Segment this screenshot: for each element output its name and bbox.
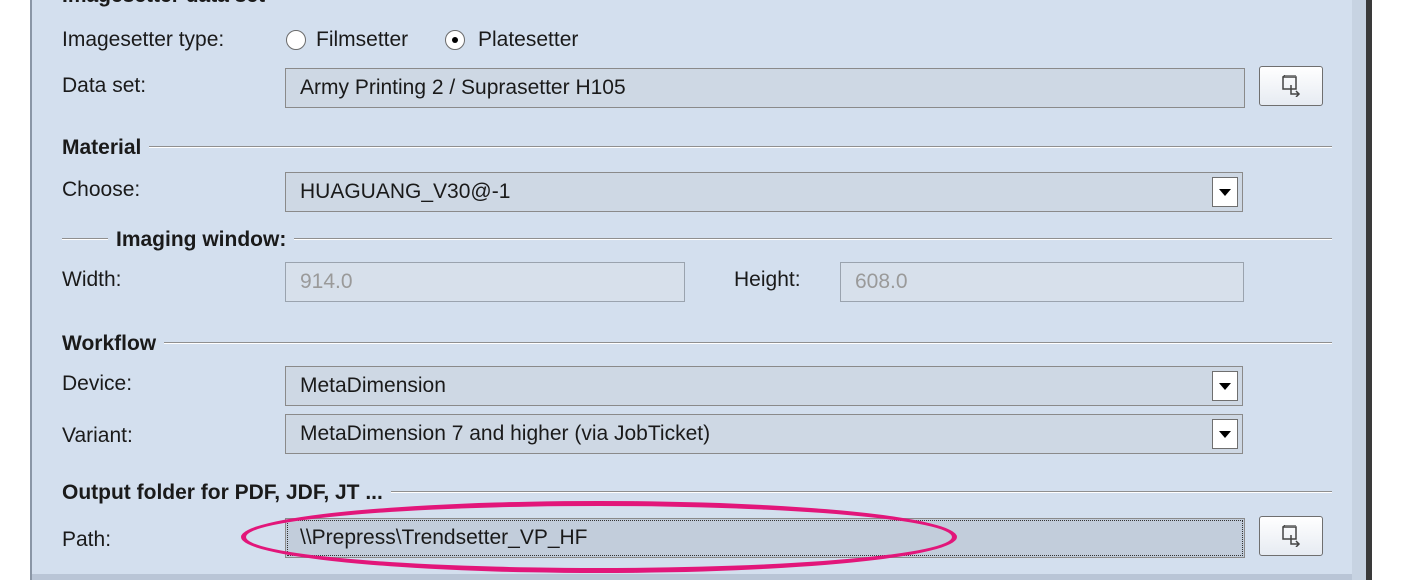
height-label: Height: [734,268,801,291]
device-dropdown-button[interactable] [1212,371,1238,401]
width-label: Width: [62,268,122,291]
material-select-value: HUAGUANG_V30@-1 [300,180,511,203]
chevron-down-icon [1219,188,1231,196]
data-set-label: Data set: [62,74,147,97]
variant-select[interactable]: MetaDimension 7 and higher (via JobTicke… [285,414,1243,454]
filmsetter-label[interactable]: Filmsetter [316,28,408,52]
height-field: 608.0 [840,262,1244,302]
path-field[interactable]: \\Prepress\Trendsetter_VP_HF [285,518,1245,558]
material-separator [62,146,1332,148]
workflow-separator [62,342,1332,344]
imagesetter-data-set-title: Imagesetter data set [62,0,274,8]
platesetter-label[interactable]: Platesetter [478,28,578,52]
width-field: 914.0 [285,262,685,302]
path-browse-button[interactable] [1259,516,1323,556]
variant-dropdown-button[interactable] [1212,419,1238,449]
data-set-field[interactable]: Army Printing 2 / Suprasetter H105 [285,68,1245,108]
folder-browse-icon [1282,75,1301,97]
right-border [1366,0,1372,580]
folder-browse-icon [1282,525,1301,547]
variant-select-value: MetaDimension 7 and higher (via JobTicke… [300,422,711,445]
variant-label: Variant: [62,424,133,447]
choose-label: Choose: [62,178,141,201]
material-select[interactable]: HUAGUANG_V30@-1 [285,172,1243,212]
device-select[interactable]: MetaDimension [285,366,1243,406]
chevron-down-icon [1219,430,1231,438]
material-title: Material [62,136,150,160]
chevron-down-icon [1219,382,1231,390]
right-shade [1352,0,1366,580]
output-title: Output folder for PDF, JDF, JT ... [62,481,391,505]
workflow-title: Workflow [62,332,165,356]
data-set-browse-button[interactable] [1259,66,1323,106]
imaging-window-title: Imaging window: [108,228,295,252]
imagesetter-type-label: Imagesetter type: [62,28,225,51]
filmsetter-radio[interactable] [286,30,306,50]
settings-panel: Imagesetter data set Imagesetter type: F… [32,0,1352,580]
device-label: Device: [62,372,133,395]
device-select-value: MetaDimension [300,374,446,397]
path-label: Path: [62,528,112,551]
bottom-edge [32,574,1352,580]
platesetter-radio[interactable] [445,30,465,50]
material-dropdown-button[interactable] [1212,177,1238,207]
